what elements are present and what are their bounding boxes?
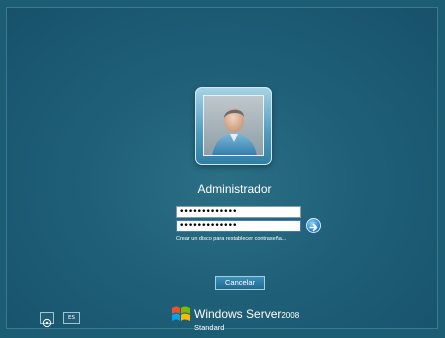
reset-password-link[interactable]: Crear un disco para restablecer contrase… [176,236,286,242]
windows-server-logo: Windows Server2008 Standard [170,304,330,338]
logon-screen: Administrador ••••••••••••• ••••••••••••… [6,7,438,332]
cancel-button[interactable]: Cancelar [215,276,265,290]
ease-of-access-icon [42,318,52,328]
product-name-text: Windows Server [194,307,282,321]
user-tile[interactable] [195,87,272,165]
username-label: Administrador [197,182,272,196]
product-edition: Standard [194,323,225,332]
user-avatar [203,95,264,156]
windows-flag-icon [172,306,190,321]
product-name: Windows Server2008 [194,307,299,321]
ease-of-access-button[interactable] [40,312,54,328]
language-button[interactable]: ES [63,312,80,324]
submit-arrow-button[interactable] [306,218,321,233]
user-silhouette-icon [212,108,257,155]
password-field-confirm[interactable]: ••••••••••••• [176,220,301,232]
arrow-right-icon [309,223,318,232]
product-version: 2008 [281,311,300,320]
password-field-primary[interactable]: ••••••••••••• [176,206,301,218]
